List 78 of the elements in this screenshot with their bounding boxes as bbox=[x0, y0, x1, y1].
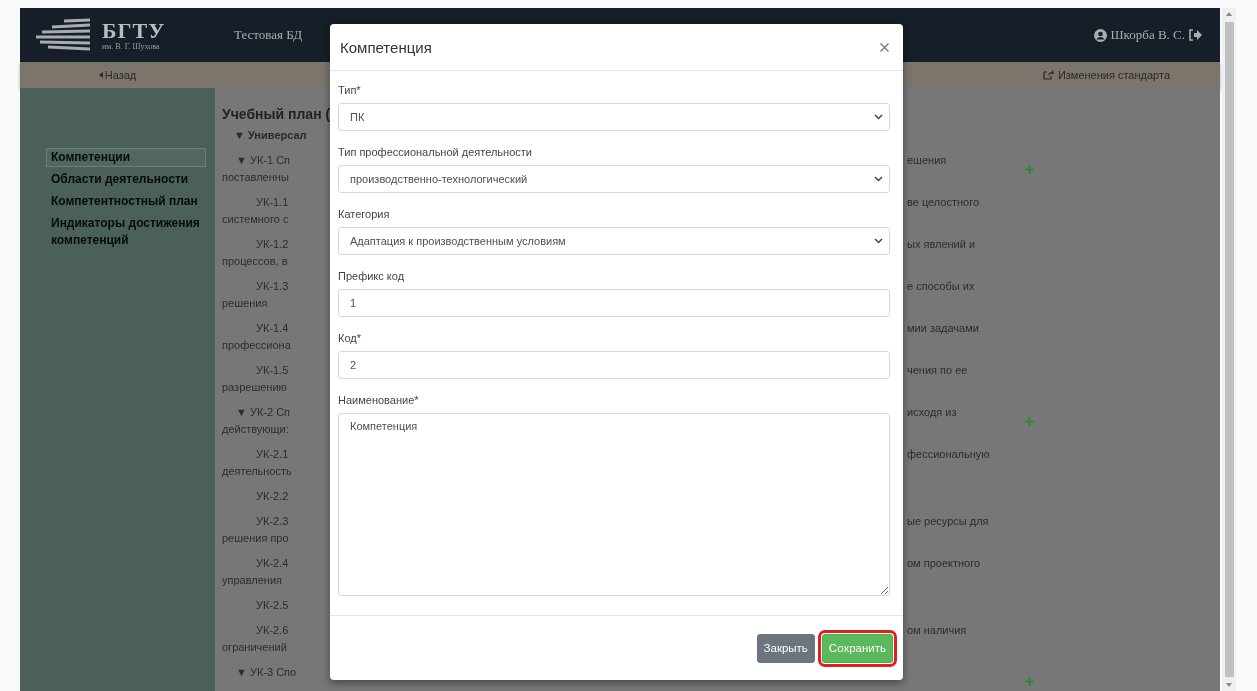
dialog-title: Компетенция bbox=[340, 38, 432, 56]
database-name: Тестовая БД bbox=[234, 27, 303, 43]
page-title: Учебный план ( bbox=[222, 105, 331, 123]
indicator-code: УК-2.1 bbox=[255, 447, 290, 462]
select-field[interactable]: производственно-технологический bbox=[338, 165, 890, 193]
description-text: системного с bbox=[222, 212, 290, 227]
description-text: поставленны bbox=[222, 170, 290, 185]
description-text: мии задачами bbox=[906, 321, 980, 336]
indicator-code: УК-1.5 bbox=[255, 363, 290, 378]
user-name[interactable]: Шкорба В. С. bbox=[1110, 27, 1185, 43]
description-text: ве целостного bbox=[906, 195, 981, 210]
select-field[interactable]: Адаптация к производственным условиям bbox=[338, 227, 890, 255]
logo-subtitle: им. В. Г. Шухова bbox=[102, 41, 161, 51]
textarea-field[interactable]: Компетенция bbox=[338, 413, 890, 596]
field-label: Категория bbox=[338, 207, 391, 222]
field-label: Тип профессиональной деятельности bbox=[338, 145, 533, 160]
competence-heading[interactable]: ▼ УК-3 Спо bbox=[222, 664, 332, 681]
description-text: процессов, в bbox=[222, 254, 289, 269]
scroll-thumb[interactable] bbox=[1224, 22, 1234, 677]
description-text: ограничений bbox=[222, 640, 288, 655]
description-text: ешения bbox=[906, 153, 948, 168]
back-link[interactable]: Назад bbox=[20, 69, 215, 81]
indicator-code: УК-1.4 bbox=[255, 321, 290, 336]
indicator-code: УК-2.2 bbox=[255, 489, 290, 504]
indicator-code: УК-2.6 bbox=[255, 623, 290, 638]
plus-icon[interactable] bbox=[1025, 165, 1034, 174]
indicator-code: УК-2.5 bbox=[255, 598, 290, 613]
description-text: решения про bbox=[222, 531, 290, 546]
sidebar-item[interactable]: Компетенции bbox=[46, 148, 206, 167]
field-label: Префикс код bbox=[338, 269, 406, 284]
user-icon bbox=[1093, 28, 1107, 42]
scroll-down-icon bbox=[1226, 683, 1232, 687]
description-text: исходя из bbox=[906, 405, 958, 420]
scroll-up-icon bbox=[1226, 12, 1232, 16]
caret-left-icon bbox=[98, 72, 103, 78]
description-text: управления bbox=[222, 573, 283, 588]
competence-heading[interactable]: ▼ УК-1 Сп bbox=[222, 152, 332, 169]
description-text: решения bbox=[222, 296, 269, 311]
field-label: Наименование* bbox=[338, 393, 420, 408]
group-heading[interactable]: ▼ Универсал bbox=[222, 127, 307, 144]
close-icon bbox=[880, 42, 889, 52]
logout-icon[interactable] bbox=[1189, 29, 1202, 41]
standard-changes-link[interactable]: Изменения стандарта bbox=[1042, 69, 1170, 81]
indicator-code: УК-1.3 bbox=[255, 279, 290, 294]
share-icon bbox=[1042, 70, 1054, 80]
plus-icon[interactable] bbox=[1025, 677, 1034, 686]
description-text: е способы их bbox=[906, 279, 976, 294]
chevron-down-icon bbox=[874, 238, 883, 244]
description-text: чения по ее bbox=[906, 363, 969, 378]
field-label: Тип* bbox=[338, 83, 362, 98]
sidebar-item[interactable]: Области деятельности bbox=[46, 170, 206, 189]
description-text: деятельность bbox=[222, 464, 293, 479]
description-text: ом наличия bbox=[906, 623, 968, 638]
chevron-down-icon bbox=[874, 176, 883, 182]
input-field[interactable]: 1 bbox=[338, 289, 890, 317]
indicator-code: УК-1.2 bbox=[255, 237, 290, 252]
sidebar-item[interactable]: Индикаторы достижения компетенций bbox=[46, 214, 206, 250]
plus-icon[interactable] bbox=[1025, 417, 1034, 426]
close-button[interactable] bbox=[878, 40, 891, 54]
description-text: действующи: bbox=[222, 422, 290, 437]
logo-title: БГТУ bbox=[102, 19, 166, 42]
select-field[interactable]: ПК bbox=[338, 103, 890, 131]
description-text: ом проектного bbox=[906, 556, 982, 571]
scrollbar[interactable] bbox=[1222, 8, 1236, 691]
description-text: ые ресурсы для bbox=[906, 514, 990, 529]
description-text: разрешению bbox=[222, 380, 288, 395]
indicator-code: УК-2.4 bbox=[255, 556, 290, 571]
description-text: фессиональную bbox=[906, 447, 991, 462]
chevron-down-icon bbox=[874, 114, 883, 120]
competence-heading[interactable]: ▼ УК-2 Сп bbox=[222, 404, 332, 421]
sidebar-item[interactable]: Компетентностный план bbox=[46, 192, 206, 211]
field-label: Код* bbox=[338, 331, 362, 346]
indicator-code: УК-2.3 bbox=[255, 514, 290, 529]
description-text: ых явлений и bbox=[906, 237, 977, 252]
indicator-code: УК-1.1 bbox=[255, 195, 290, 210]
close-dialog-button[interactable]: Закрыть bbox=[756, 633, 815, 663]
input-field[interactable]: 2 bbox=[338, 351, 890, 379]
description-text: профессиона bbox=[222, 338, 292, 353]
